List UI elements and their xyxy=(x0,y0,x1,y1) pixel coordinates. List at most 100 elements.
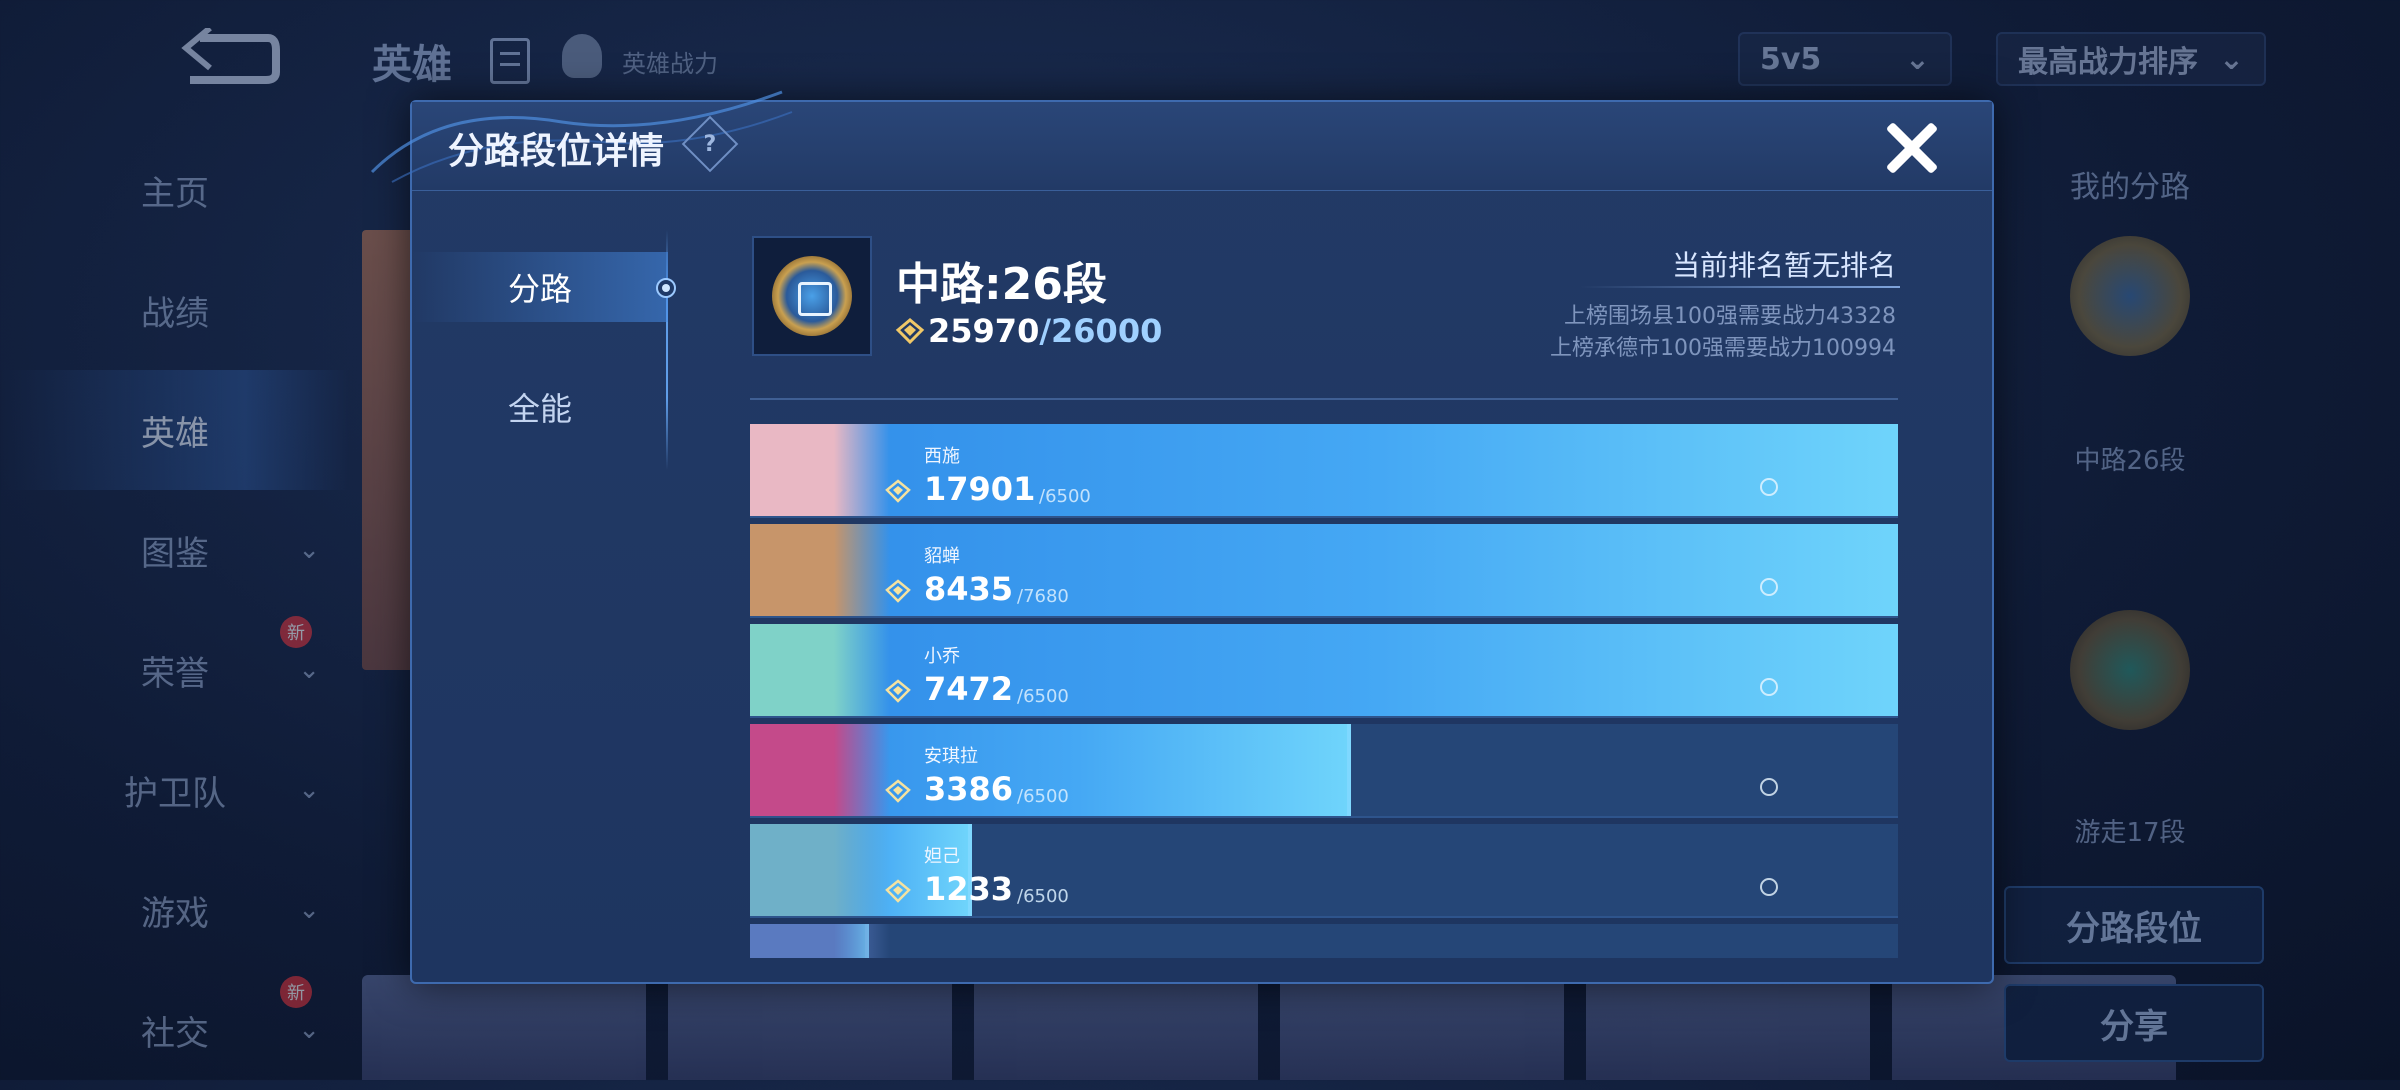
hero-portrait xyxy=(750,524,890,616)
nav-item-hero[interactable]: 英雄 xyxy=(0,370,350,490)
hero-power-max: /6500 xyxy=(1017,786,1069,807)
chevron-down-icon: ⌄ xyxy=(298,775,320,805)
hero-power-value: 1233 xyxy=(924,870,1014,908)
mode-dropdown-value: 5v5 xyxy=(1760,41,1822,77)
hero-card[interactable] xyxy=(974,975,1258,1080)
hero-card[interactable] xyxy=(362,975,646,1080)
sort-dropdown[interactable]: 最高战力排序 ⌄ xyxy=(1996,32,2266,86)
hero-card[interactable] xyxy=(668,975,952,1080)
decorative-ring-icon xyxy=(1760,778,1778,796)
nav-item-honor[interactable]: 荣誉 新 ⌄ xyxy=(0,610,350,730)
hero-power-value: 8435 xyxy=(924,570,1014,608)
hero-portrait xyxy=(750,824,890,916)
left-nav: 主页 战绩 英雄 图鉴 ⌄ 荣誉新 ⌄ 护卫队 ⌄ 游戏 ⌄ 社交新 ⌄ xyxy=(0,130,350,1090)
chevron-down-icon: ⌄ xyxy=(298,535,320,565)
lane-rank-detail-modal: 分路段位详情 ? 分路 全能 中路:26段 25970/26000 当前排名暂无… xyxy=(370,90,1994,984)
my-lanes-title: 我的分路 xyxy=(2070,170,2190,205)
decorative-ring-icon xyxy=(1760,578,1778,596)
hero-name: 西施 xyxy=(924,446,960,467)
hero-power-list[interactable]: 西施 17901/6500 貂蝉 8435/7680 小乔 7472/6500 安琪拉 338… xyxy=(750,424,1898,958)
mode-dropdown[interactable]: 5v5 ⌄ xyxy=(1738,32,1952,86)
hero-portrait xyxy=(750,424,890,516)
modal-title: 分路段位详情 xyxy=(448,131,665,172)
combat-power-icon xyxy=(885,879,911,903)
back-arrow-icon[interactable] xyxy=(180,25,280,88)
hero-row[interactable]: 西施 17901/6500 xyxy=(750,424,1898,518)
hero-power-max: /6500 xyxy=(1017,686,1069,707)
hero-portrait xyxy=(750,724,890,816)
hero-power-max: /6500 xyxy=(1039,486,1091,507)
hero-power-max: /7680 xyxy=(1017,586,1069,607)
hero-name: 貂蝉 xyxy=(924,546,960,567)
share-button[interactable]: 分享 xyxy=(2004,984,2264,1062)
list-icon[interactable] xyxy=(490,38,530,84)
decorative-ring-icon xyxy=(1760,478,1778,496)
chevron-down-icon: ⌄ xyxy=(298,655,320,685)
nav-item-gallery[interactable]: 图鉴 ⌄ xyxy=(0,490,350,610)
decorative-ring-icon xyxy=(1760,878,1778,896)
nav-label: 战绩 xyxy=(141,293,209,334)
chevron-down-icon: ⌄ xyxy=(2218,41,2244,77)
power-separator: / xyxy=(1039,312,1052,350)
mid-lane-emblem-icon xyxy=(2070,236,2190,356)
nav-label: 图鉴 xyxy=(141,533,209,574)
new-badge: 新 xyxy=(280,616,312,648)
combat-power-icon xyxy=(885,779,911,803)
hero-power-icon xyxy=(562,34,602,78)
hero-row[interactable]: 貂蝉 8435/7680 xyxy=(750,524,1898,618)
nav-label: 护卫队 xyxy=(124,773,226,814)
nav-item-record[interactable]: 战绩 xyxy=(0,250,350,370)
nav-label: 社交 xyxy=(141,1013,209,1054)
nav-label: 主页 xyxy=(141,173,209,214)
chevron-down-icon: ⌄ xyxy=(298,895,320,925)
nav-item-guard[interactable]: 护卫队 ⌄ xyxy=(0,730,350,850)
hero-power-bar-fill xyxy=(750,424,1898,516)
active-tab-indicator-icon xyxy=(656,278,676,298)
city-requirement: 上榜承德市100强需要战力100994 xyxy=(1550,336,1896,361)
mid-lane-rank-emblem-icon xyxy=(772,256,852,336)
combat-power-icon xyxy=(885,479,911,503)
new-badge: 新 xyxy=(280,976,312,1008)
decorative-ring-icon xyxy=(1760,678,1778,696)
combat-power-icon xyxy=(885,679,911,703)
tab-all-round[interactable]: 全能 xyxy=(412,372,668,442)
hero-row[interactable] xyxy=(750,924,1898,958)
sort-dropdown-value: 最高战力排序 xyxy=(2018,45,2198,80)
hero-power-bar-fill xyxy=(750,624,1898,716)
lane-rank-button[interactable]: 分路段位 xyxy=(2004,886,2264,964)
hero-name: 小乔 xyxy=(924,646,960,667)
hero-portrait xyxy=(750,924,890,958)
hero-card[interactable] xyxy=(1280,975,1564,1080)
hero-power-value: 7472 xyxy=(924,670,1014,708)
divider xyxy=(750,398,1898,400)
support-lane-emblem-icon xyxy=(2070,610,2190,730)
hero-power-value: 3386 xyxy=(924,770,1014,808)
nav-label: 荣誉 xyxy=(141,653,209,694)
chevron-down-icon: ⌄ xyxy=(1904,41,1930,77)
county-requirement: 上榜围场县100强需要战力43328 xyxy=(1564,304,1896,329)
hero-power-bar-fill xyxy=(750,524,1898,616)
nav-item-home[interactable]: 主页 xyxy=(0,130,350,250)
modal-sidebar: 分路 全能 xyxy=(412,190,676,982)
nav-label: 英雄 xyxy=(141,413,209,454)
rank-emblem-box xyxy=(752,236,872,356)
hero-row[interactable]: 妲己 1233/6500 xyxy=(750,824,1898,918)
lane-power-progress: 25970/26000 xyxy=(928,312,1162,350)
power-current: 25970 xyxy=(928,312,1040,350)
lane-rank-title: 中路:26段 xyxy=(896,259,1107,310)
nav-item-game[interactable]: 游戏 ⌄ xyxy=(0,850,350,970)
rank-status: 当前排名暂无排名 xyxy=(1671,249,1896,282)
hero-card[interactable] xyxy=(1586,975,1870,1080)
hero-card-strip xyxy=(362,975,2176,1080)
mid-lane-label: 中路26段 xyxy=(2074,446,2186,476)
nav-item-social[interactable]: 社交 新 ⌄ xyxy=(0,970,350,1090)
close-icon[interactable] xyxy=(1882,118,1942,178)
hero-power-tab[interactable]: 英雄战力 xyxy=(622,44,718,79)
hero-power-value: 17901 xyxy=(924,470,1036,508)
chevron-down-icon: ⌄ xyxy=(298,1015,320,1045)
combat-power-icon xyxy=(895,318,925,345)
power-target: 26000 xyxy=(1051,312,1163,350)
hero-row[interactable]: 安琪拉 3386/6500 xyxy=(750,724,1898,818)
hero-row[interactable]: 小乔 7472/6500 xyxy=(750,624,1898,718)
tab-lane[interactable]: 分路 xyxy=(412,252,668,322)
